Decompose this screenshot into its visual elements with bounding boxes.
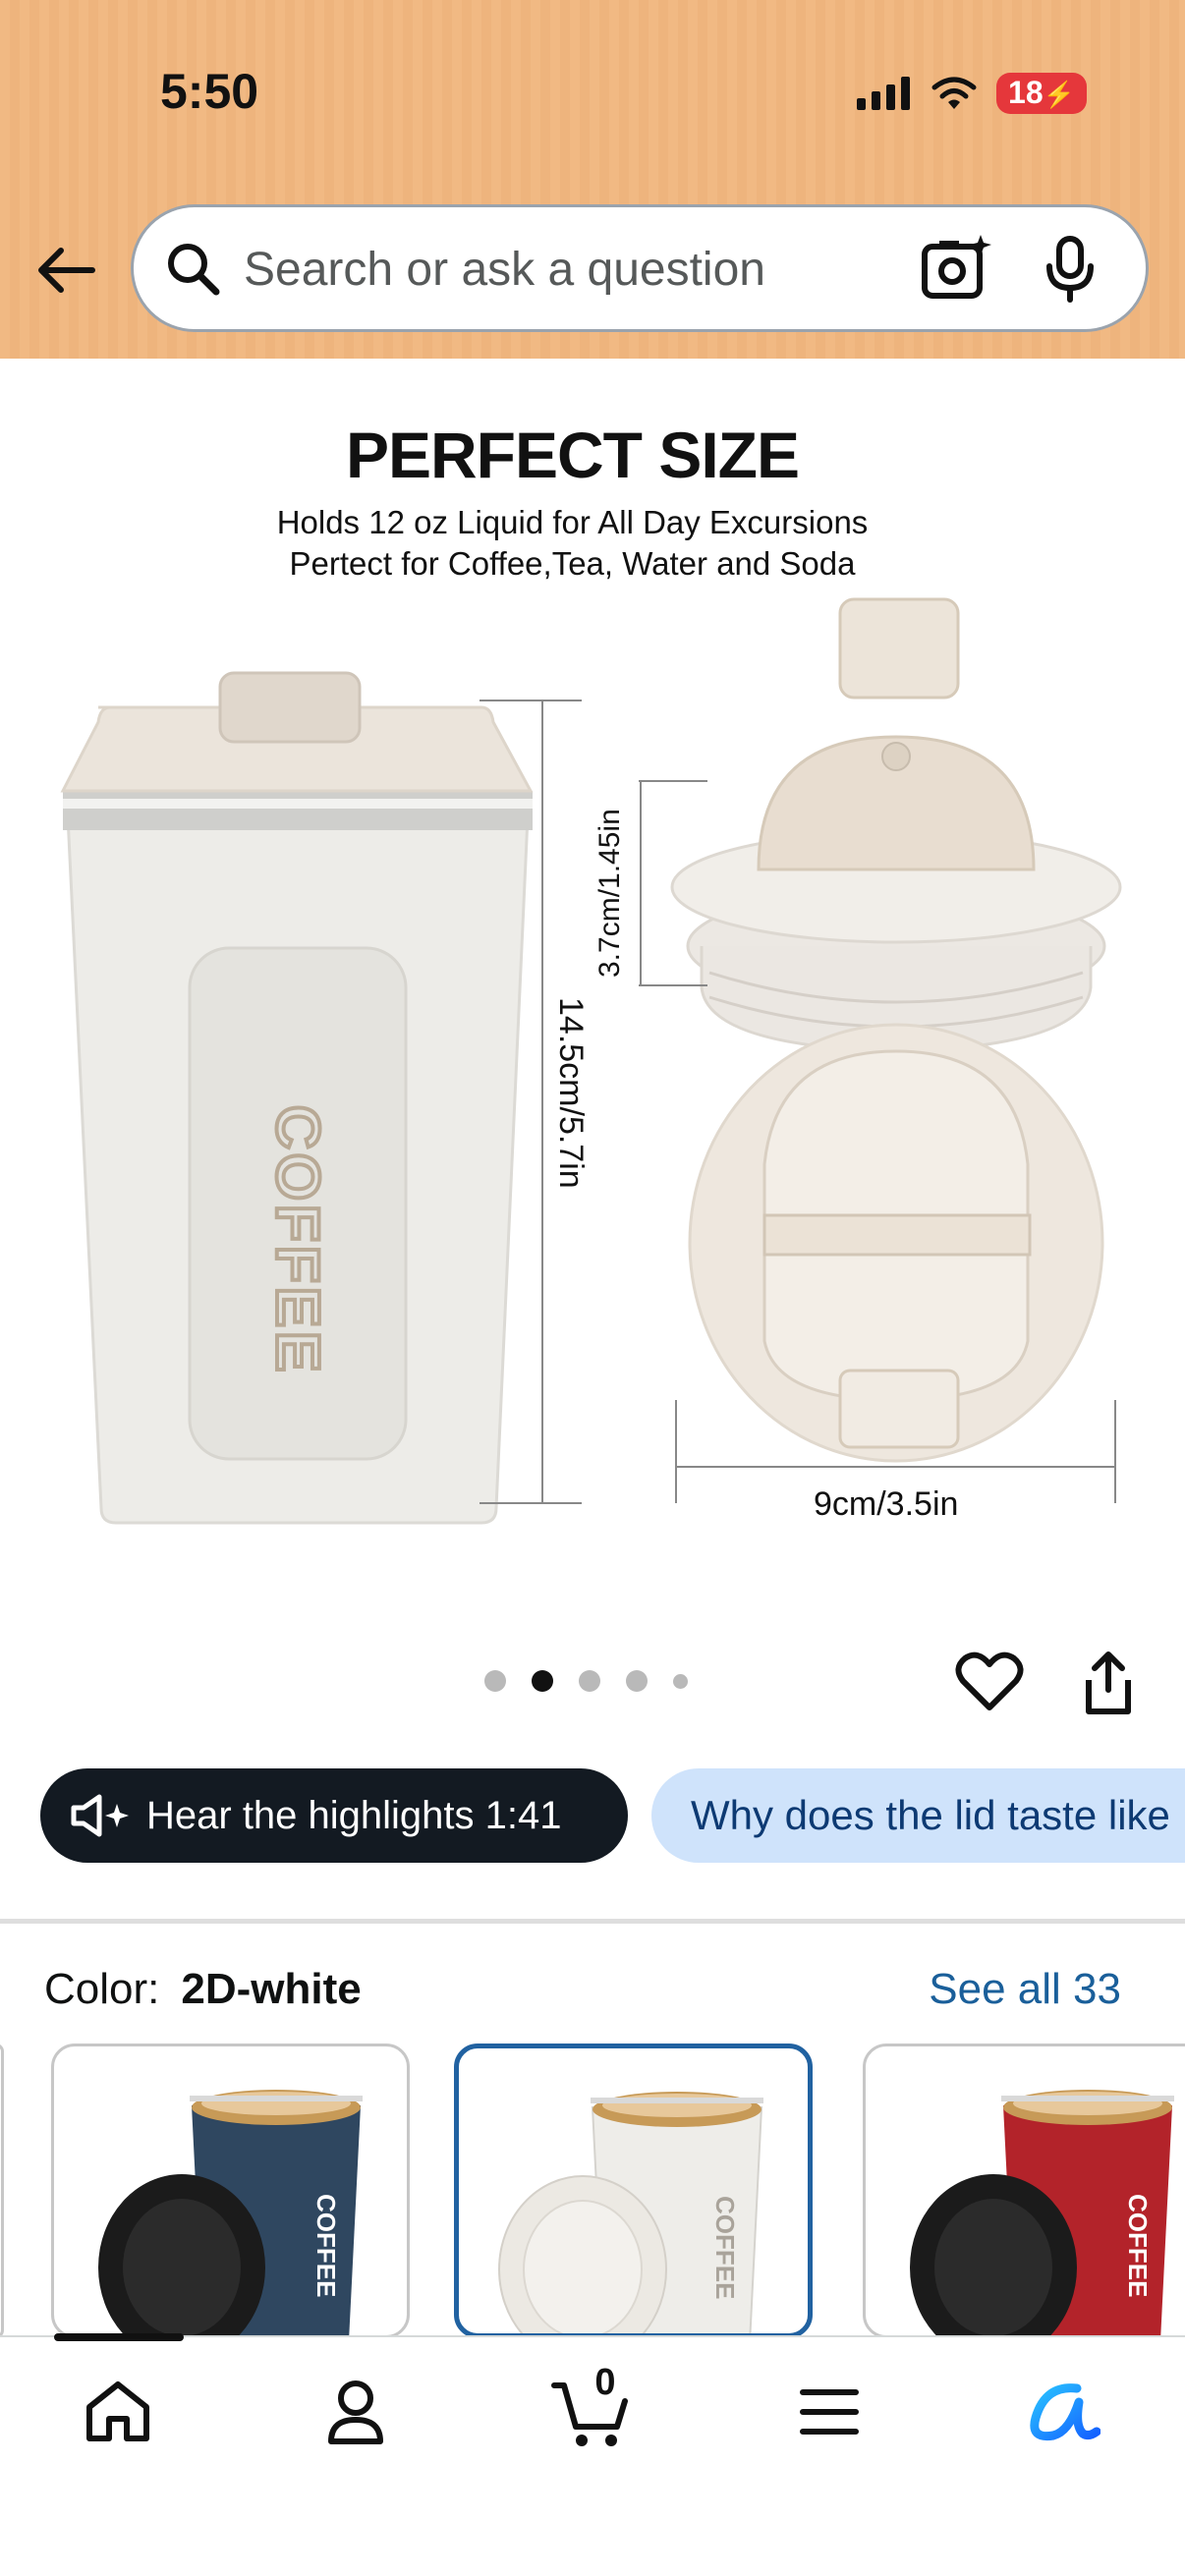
carousel-dots xyxy=(484,1670,688,1692)
wifi-icon xyxy=(931,77,977,109)
share-icon xyxy=(1086,1652,1131,1714)
camera-lens-icon[interactable] xyxy=(920,233,992,302)
menu-icon xyxy=(800,2389,859,2435)
color-selector-label: Color: 2D-white xyxy=(44,1965,362,2014)
swatch-previous-partial[interactable] xyxy=(0,2044,4,2338)
back-button[interactable] xyxy=(31,236,100,305)
product-image-subtitle-1: Holds 12 oz Liquid for All Day Excursion… xyxy=(276,504,869,540)
charging-icon: ⚡ xyxy=(1043,80,1075,109)
battery-indicator: 18⚡ xyxy=(996,73,1087,114)
status-icons: 18⚡ xyxy=(857,73,1087,114)
search-icon xyxy=(168,244,220,296)
suggested-question-label: Why does the lid taste like xyxy=(691,1792,1170,1838)
dim-height-label: 14.5cm/5.7in xyxy=(552,997,590,1189)
share-button[interactable] xyxy=(1079,1649,1138,1722)
svg-text:COFFEE: COFFEE xyxy=(710,2196,740,2299)
red-tumbler-thumbnail: COFFEE xyxy=(910,2090,1174,2335)
nav-rufus-ai[interactable] xyxy=(1014,2363,1112,2461)
blue-tumbler-thumbnail: COFFEE xyxy=(98,2090,363,2335)
speaker-sparkle-icon xyxy=(71,1794,129,1837)
home-icon xyxy=(86,2381,149,2441)
carousel-dot[interactable] xyxy=(673,1673,688,1689)
wishlist-button[interactable] xyxy=(955,1651,1024,1718)
color-selected-value: 2D-white xyxy=(181,1965,362,2013)
color-swatch-blue[interactable]: COFFEE xyxy=(51,2044,410,2338)
carousel-dot[interactable] xyxy=(626,1670,648,1692)
hear-highlights-button[interactable]: Hear the highlights 1:41 xyxy=(40,1768,628,1863)
svg-text:COFFEE: COFFEE xyxy=(311,2194,341,2297)
cart-count-badge: 0 xyxy=(594,2362,616,2403)
battery-level: 18 xyxy=(1008,75,1044,110)
color-label: Color: xyxy=(44,1965,160,2013)
svg-text:COFFEE: COFFEE xyxy=(1123,2194,1153,2297)
hear-highlights-label: Hear the highlights 1:41 xyxy=(146,1793,562,1837)
suggested-question-chip[interactable]: Why does the lid taste like xyxy=(651,1768,1185,1863)
status-time: 5:50 xyxy=(160,64,259,119)
product-image-title: PERFECT SIZE xyxy=(345,419,800,491)
section-divider xyxy=(0,1919,1185,1924)
product-image-subtitle-2: Pertect for Coffee,Tea, Water and Soda xyxy=(289,545,856,582)
nav-active-indicator xyxy=(54,2333,184,2341)
dim-lid-height-label: 3.7cm/1.45in xyxy=(593,809,626,978)
user-icon xyxy=(328,2380,383,2444)
cup-brand-text: COFFEE xyxy=(263,1105,331,1375)
product-image[interactable]: 14.5cm/5.7in 3.7cm/1.45in 9cm/3.5in COFF… xyxy=(0,359,1185,1616)
carousel-dot-active[interactable] xyxy=(532,1670,553,1692)
heart-icon xyxy=(955,1652,1024,1710)
color-swatch-red[interactable]: COFFEE xyxy=(863,2044,1185,2338)
nav-menu[interactable] xyxy=(780,2363,878,2461)
rufus-ai-icon xyxy=(1030,2383,1100,2441)
white-tumbler-thumbnail: COFFEE xyxy=(498,2092,763,2333)
microphone-icon[interactable] xyxy=(1043,235,1098,304)
carousel-dot[interactable] xyxy=(484,1670,506,1692)
cellular-signal-icon xyxy=(857,77,911,110)
nav-account[interactable] xyxy=(307,2363,405,2461)
dim-diameter-label: 9cm/3.5in xyxy=(814,1485,958,1523)
color-swatch-white[interactable]: COFFEE xyxy=(454,2044,813,2338)
back-arrow-icon xyxy=(38,248,95,293)
app-header: 5:50 18⚡ xyxy=(0,0,1185,359)
nav-home[interactable] xyxy=(69,2363,167,2461)
screen: 5:50 18⚡ Search or ask a question 14.5cm… xyxy=(0,0,1185,2576)
search-input[interactable] xyxy=(244,237,873,302)
search-bar xyxy=(131,204,1149,332)
see-all-colors-link[interactable]: See all 33 xyxy=(929,1965,1121,2014)
carousel-dot[interactable] xyxy=(579,1670,600,1692)
